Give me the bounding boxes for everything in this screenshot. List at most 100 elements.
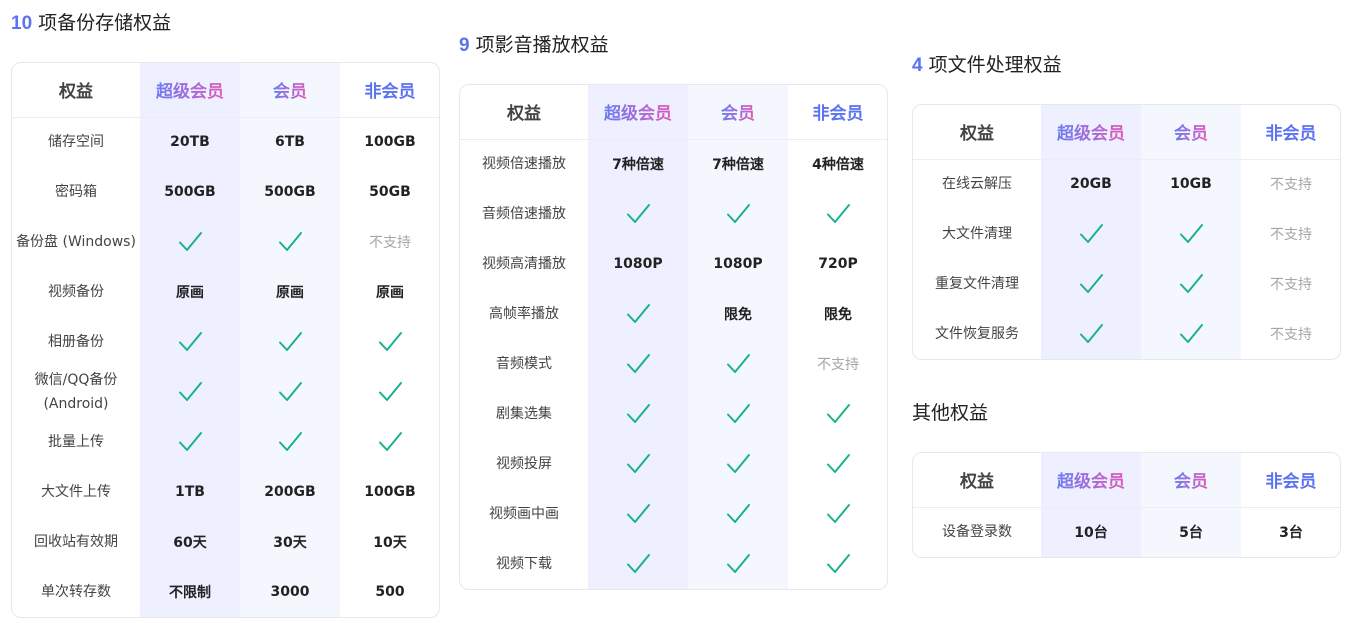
section-media: 9 项影音播放权益 [459,31,888,59]
super-member-value: 500GB [140,167,240,217]
table-row: 视频备份 原画 原画 原画 [12,267,439,317]
super-member-value: 7种倍速 [588,139,688,189]
check-icon [1178,321,1204,347]
header-benefit: 权益 [460,85,588,140]
table-row: 大文件清理 不支持 [913,209,1340,259]
nonmember-value: 50GB [369,184,411,200]
benefit-label: 重复文件清理 [935,276,1019,292]
member-value [688,439,788,489]
check-icon [825,201,851,227]
super-member-value [1041,209,1141,259]
benefit-label: 视频倍速播放 [482,156,566,173]
benefit-label: 相册备份 [48,334,104,350]
member-value: 30天 [240,517,340,567]
section-title-text: 项影音播放权益 [475,34,609,56]
member-value: 限免 [688,289,788,339]
member-value [240,317,340,367]
header-benefit: 权益 [12,63,140,118]
nonmember-value [340,367,439,417]
member-value: 原画 [240,267,340,317]
check-icon [825,501,851,527]
nonmember-value: 原画 [376,285,404,301]
member-value: 500GB [240,167,340,217]
check-icon [1178,221,1204,247]
super-member-value: 20GB [1041,159,1141,209]
nonmember-value: 不支持 [369,235,411,251]
section-title-text: 项文件处理权益 [928,54,1062,76]
check-icon [1078,321,1104,347]
header-member: 会员 [1141,105,1241,160]
check-icon [377,429,403,455]
benefit-table-files: 权益 超级会员 会员 非会员 在线云解压 20GB 10GB 不支持 大文件清理 不支持 重复文件清… [912,104,1341,360]
benefit-label: 大文件上传 [41,484,111,500]
check-icon [177,329,203,355]
header-nonmember: 非会员 [788,85,887,140]
check-icon [725,551,751,577]
nonmember-value: 4种倍速 [812,157,864,174]
benefit-label: 设备登录数 [942,524,1012,541]
table-row: 单次转存数 不限制 3000 500 [12,567,439,617]
check-icon [277,329,303,355]
benefit-label: 视频画中画 [489,506,559,522]
nonmember-value: 500 [375,584,405,600]
header-super-member: 超级会员 [1041,105,1141,160]
member-value: 5台 [1141,507,1241,557]
table-row: 高帧率播放 限免 限免 [460,289,887,339]
benefit-table-media: 权益 超级会员 会员 非会员 视频倍速播放 7种倍速 7种倍速 4种倍速 音频倍速播放 视频高清播… [459,84,888,590]
check-icon [625,201,651,227]
header-super-member-text: 超级会员 [156,82,224,103]
header-nonmember: 非会员 [1241,453,1340,508]
table-row: 剧集选集 [460,389,887,439]
check-icon [625,351,651,377]
header-super-member-text: 超级会员 [604,104,672,125]
benefit-label: 视频下载 [496,556,552,572]
nonmember-value [788,489,887,539]
check-icon [825,451,851,477]
check-icon [377,329,403,355]
super-member-value: 不限制 [140,567,240,617]
table-row: 备份盘 (Windows) 不支持 [12,217,439,267]
table-row: 回收站有效期 60天 30天 10天 [12,517,439,567]
member-value [688,389,788,439]
super-member-value [588,339,688,389]
header-member: 会员 [688,85,788,140]
nonmember-value [340,417,439,467]
member-value: 7种倍速 [688,139,788,189]
benefit-label: 视频备份 [48,284,104,300]
member-value [240,217,340,267]
super-member-value: 20TB [140,117,240,167]
table-row: 批量上传 [12,417,439,467]
header-row: 权益 超级会员 会员 非会员 [913,453,1340,508]
super-member-value [588,189,688,239]
benefit-table: 权益 超级会员 会员 非会员 储存空间 20TB 6TB 100GB 密码箱 500GB 500GB… [12,63,439,617]
header-super-member-text: 超级会员 [1057,124,1125,145]
member-value [240,367,340,417]
member-value [688,539,788,589]
header-super-member: 超级会员 [140,63,240,118]
super-member-value [1041,309,1141,359]
check-icon [625,501,651,527]
benefit-table: 权益 超级会员 会员 非会员 视频倍速播放 7种倍速 7种倍速 4种倍速 音频倍速播放 视频高清播… [460,85,887,589]
member-value [688,189,788,239]
header-member-text: 会员 [273,82,307,103]
benefit-label: 高帧率播放 [489,306,559,322]
benefit-label: 音频模式 [496,356,552,372]
section-title-text: 其他权益 [912,402,989,424]
table-row: 音频倍速播放 [460,189,887,239]
section-title: 9 项影音播放权益 [459,31,888,59]
benefit-label: 大文件清理 [942,226,1012,242]
section-count: 4 [912,55,923,76]
benefit-table: 权益 超级会员 会员 非会员 设备登录数 10台 5台 3台 [913,453,1340,557]
check-icon [377,379,403,405]
super-member-value: 1TB [140,467,240,517]
table-row: 大文件上传 1TB 200GB 100GB [12,467,439,517]
section-title: 4 项文件处理权益 [912,51,1341,79]
check-icon [1078,221,1104,247]
header-benefit: 权益 [913,105,1041,160]
check-icon [725,451,751,477]
nonmember-value: 限免 [824,307,852,323]
member-value: 6TB [240,117,340,167]
super-member-value [588,289,688,339]
benefit-table-backup: 权益 超级会员 会员 非会员 储存空间 20TB 6TB 100GB 密码箱 500GB 500GB… [11,62,440,618]
super-member-value [588,489,688,539]
